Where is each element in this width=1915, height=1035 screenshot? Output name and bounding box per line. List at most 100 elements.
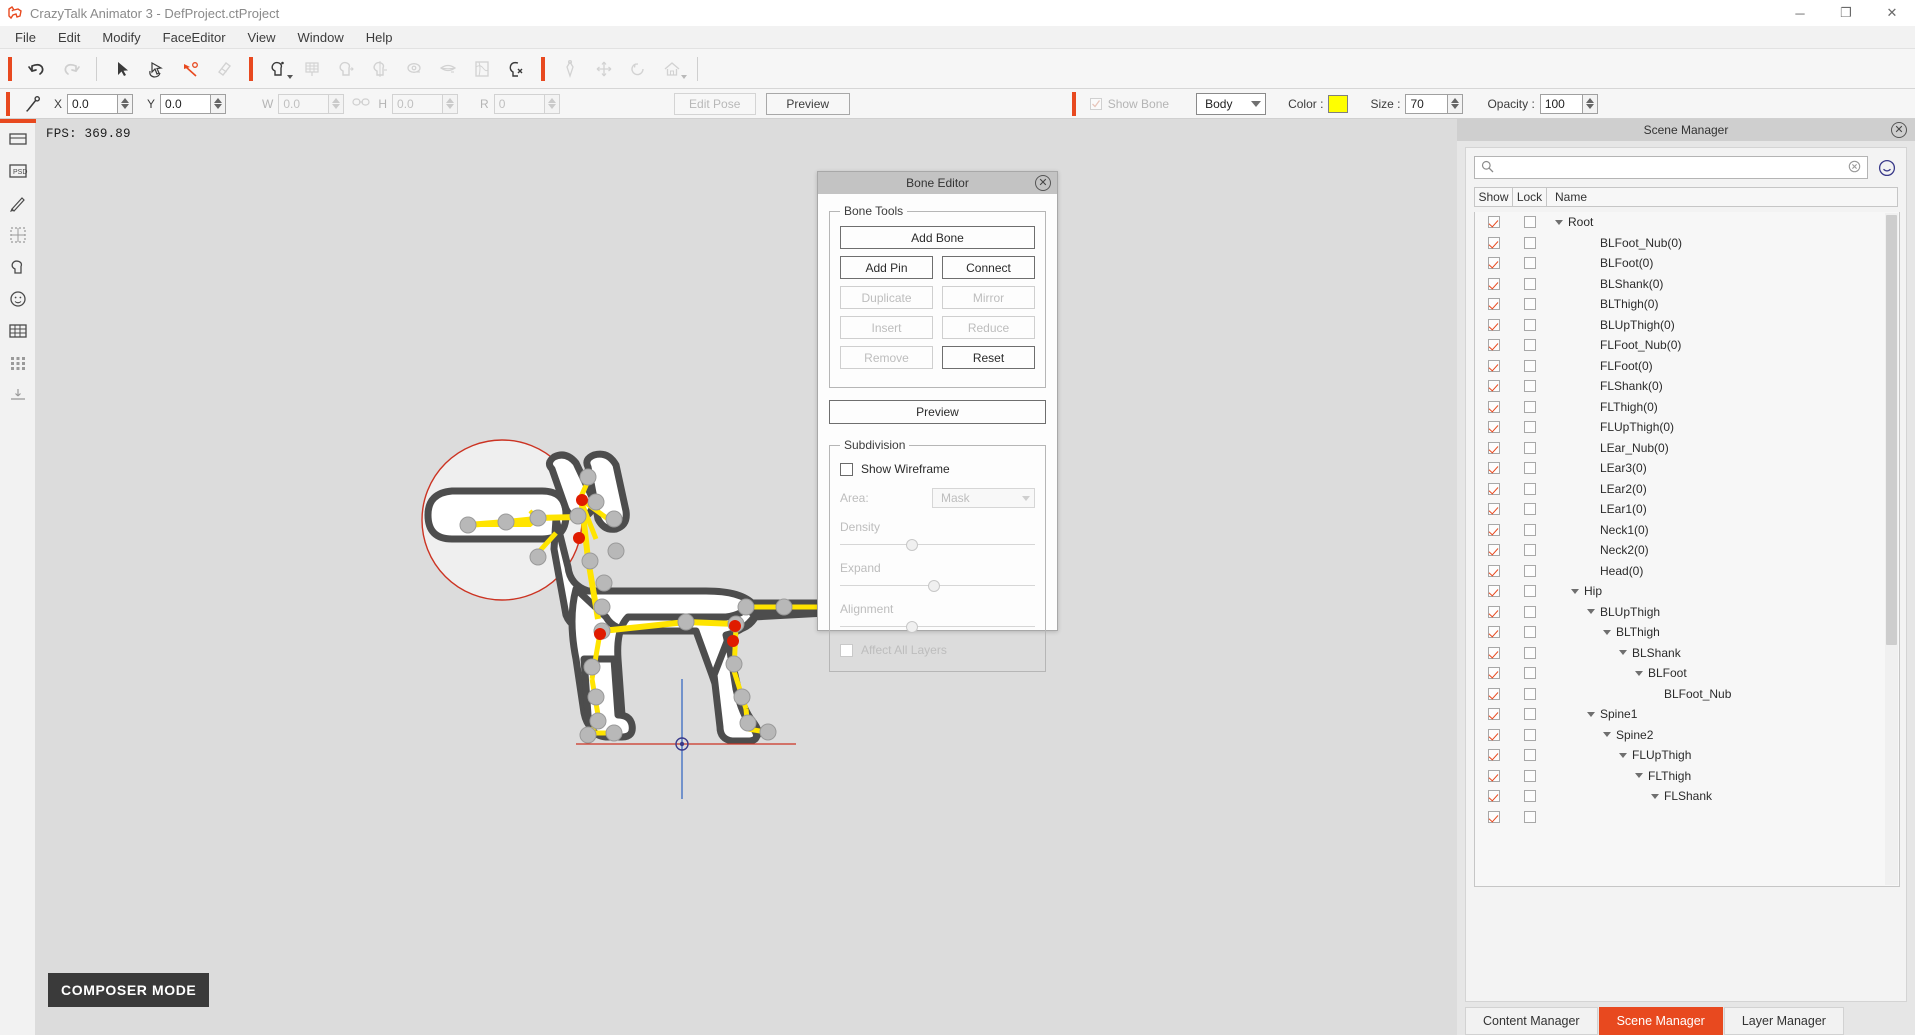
show-checkbox[interactable]: [1488, 462, 1500, 475]
tree-row[interactable]: Spine1: [1475, 704, 1899, 725]
redo-icon[interactable]: [54, 54, 88, 84]
rail-item-pen[interactable]: [0, 187, 36, 219]
show-checkbox[interactable]: [1488, 482, 1500, 495]
tree-row[interactable]: BLUpThigh(0): [1475, 315, 1899, 336]
lock-checkbox[interactable]: [1524, 544, 1536, 557]
tree-row[interactable]: Hip: [1475, 581, 1899, 602]
rail-item-align[interactable]: [0, 379, 36, 411]
spin-down-icon[interactable]: [1451, 104, 1460, 109]
spin-down-icon[interactable]: [214, 104, 223, 109]
tree-row-name-cell[interactable]: BLUpThigh(0): [1547, 318, 1899, 332]
spin-down-icon[interactable]: [547, 104, 556, 109]
y-stepper[interactable]: 0.0: [160, 93, 227, 114]
lock-checkbox[interactable]: [1524, 462, 1536, 475]
chevron-down-icon[interactable]: [1585, 606, 1597, 618]
lock-checkbox[interactable]: [1524, 503, 1536, 516]
grid-sprite-icon[interactable]: [295, 54, 329, 84]
menu-item-faceeditor[interactable]: FaceEditor: [152, 27, 237, 48]
show-bone-checkbox[interactable]: [1089, 97, 1102, 110]
tree-row[interactable]: [1475, 807, 1899, 828]
column-header-lock[interactable]: Lock: [1513, 188, 1547, 206]
alignment-slider[interactable]: [840, 620, 1035, 634]
lock-checkbox[interactable]: [1524, 441, 1536, 454]
tree-row[interactable]: BLFoot(0): [1475, 253, 1899, 274]
column-header-name[interactable]: Name: [1547, 188, 1897, 206]
spin-up-icon[interactable]: [547, 98, 556, 103]
tree-scrollbar-thumb[interactable]: [1886, 215, 1897, 645]
lock-checkbox[interactable]: [1524, 318, 1536, 331]
x-stepper[interactable]: 0.0: [67, 93, 134, 114]
show-checkbox[interactable]: [1488, 626, 1500, 639]
tree-row-name-cell[interactable]: FLShank: [1547, 789, 1899, 803]
rail-item-dots[interactable]: [0, 347, 36, 379]
move-icon[interactable]: [587, 54, 621, 84]
show-checkbox[interactable]: [1488, 216, 1500, 229]
lock-checkbox[interactable]: [1524, 339, 1536, 352]
lock-checkbox[interactable]: [1524, 646, 1536, 659]
tree-row[interactable]: BLFoot_Nub: [1475, 684, 1899, 705]
spin-up-icon[interactable]: [446, 98, 455, 103]
head-angle-icon[interactable]: [363, 54, 397, 84]
h-stepper[interactable]: 0.0: [392, 93, 459, 114]
show-checkbox[interactable]: [1488, 298, 1500, 311]
opacity-input[interactable]: 100: [1539, 93, 1582, 114]
tree-row-name-cell[interactable]: BLShank(0): [1547, 277, 1899, 291]
affect-all-layers-checkbox[interactable]: [840, 643, 853, 657]
head-remove-icon[interactable]: [499, 54, 533, 84]
tree-row[interactable]: FLThigh(0): [1475, 397, 1899, 418]
lock-checkbox[interactable]: [1524, 482, 1536, 495]
head-dropdown-icon[interactable]: [261, 54, 295, 84]
lock-checkbox[interactable]: [1524, 421, 1536, 434]
bone-editor-close-button[interactable]: ✕: [1035, 175, 1051, 191]
undo-icon[interactable]: [20, 54, 54, 84]
tree-scrollbar[interactable]: [1885, 213, 1898, 885]
r-stepper[interactable]: 0: [493, 93, 560, 114]
tab-layer-manager[interactable]: Layer Manager: [1723, 1007, 1844, 1035]
connect-button[interactable]: Connect: [942, 256, 1035, 279]
show-checkbox[interactable]: [1488, 318, 1500, 331]
expand-knob[interactable]: [927, 580, 940, 592]
tree-row-name-cell[interactable]: LEar3(0): [1547, 461, 1899, 475]
lock-checkbox[interactable]: [1524, 216, 1536, 229]
lock-checkbox[interactable]: [1524, 687, 1536, 700]
scene-tree[interactable]: Root BLFoot_Nub(0) BLFoot(0) BLShank(0) BLTh…: [1474, 212, 1900, 887]
show-checkbox[interactable]: [1488, 523, 1500, 536]
w-spin-buttons[interactable]: [328, 93, 345, 114]
tree-row-name-cell[interactable]: Head(0): [1547, 564, 1899, 578]
lock-checkbox[interactable]: [1524, 298, 1536, 311]
tree-row[interactable]: FLShank(0): [1475, 376, 1899, 397]
rail-item-head[interactable]: [0, 251, 36, 283]
tree-row-name-cell[interactable]: LEar_Nub(0): [1547, 441, 1899, 455]
reduce-button[interactable]: Reduce: [942, 316, 1035, 339]
tree-row[interactable]: BLShank(0): [1475, 274, 1899, 295]
tree-row-name-cell[interactable]: Neck2(0): [1547, 543, 1899, 557]
transform-hand-icon[interactable]: [139, 54, 173, 84]
tree-row[interactable]: Head(0): [1475, 561, 1899, 582]
rail-item-layers[interactable]: [0, 315, 36, 347]
tree-row-name-cell[interactable]: FLFoot_Nub(0): [1547, 338, 1899, 352]
lock-checkbox[interactable]: [1524, 749, 1536, 762]
show-checkbox[interactable]: [1488, 605, 1500, 618]
sprite-editor-pen-icon[interactable]: [173, 54, 207, 84]
tree-row-name-cell[interactable]: BLUpThigh: [1547, 605, 1899, 619]
link-icon[interactable]: [352, 96, 370, 111]
reset-button[interactable]: Reset: [942, 346, 1035, 369]
tree-row[interactable]: Spine2: [1475, 725, 1899, 746]
area-select[interactable]: Mask: [932, 488, 1035, 508]
show-checkbox[interactable]: [1488, 400, 1500, 413]
show-checkbox[interactable]: [1488, 339, 1500, 352]
tree-row[interactable]: BLThigh: [1475, 622, 1899, 643]
maximize-button[interactable]: ❐: [1823, 0, 1869, 26]
duplicate-button[interactable]: Duplicate: [840, 286, 933, 309]
tree-row-name-cell[interactable]: Neck1(0): [1547, 523, 1899, 537]
tree-row-name-cell[interactable]: LEar2(0): [1547, 482, 1899, 496]
tree-row-name-cell[interactable]: LEar1(0): [1547, 502, 1899, 516]
lock-checkbox[interactable]: [1524, 277, 1536, 290]
rail-item-mesh[interactable]: [0, 219, 36, 251]
tree-row[interactable]: BLThigh(0): [1475, 294, 1899, 315]
remove-button[interactable]: Remove: [840, 346, 933, 369]
chevron-down-icon[interactable]: [1617, 749, 1629, 761]
color-swatch[interactable]: [1328, 94, 1349, 113]
lock-checkbox[interactable]: [1524, 359, 1536, 372]
affect-all-layers-row[interactable]: Affect All Layers: [840, 643, 1035, 657]
